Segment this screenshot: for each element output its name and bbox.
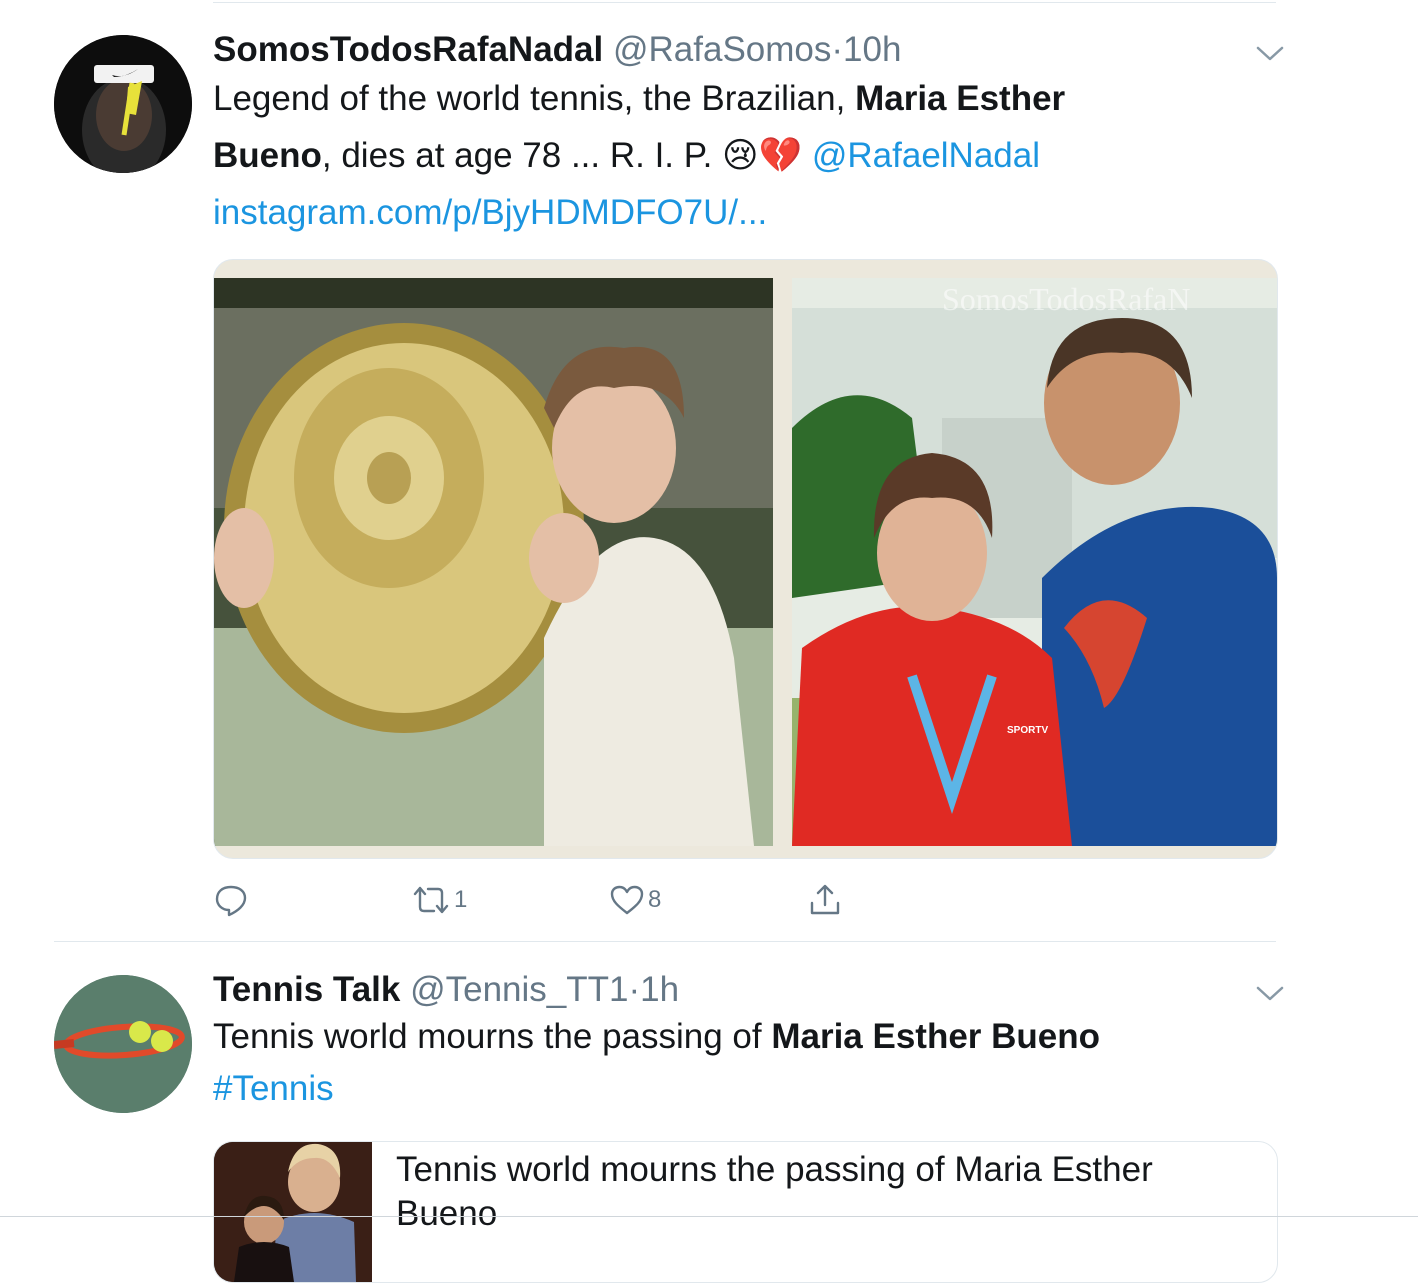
like-button[interactable]: 8 [610,876,661,924]
share-button[interactable] [808,876,842,924]
share-icon [810,884,840,915]
hashtag-link[interactable]: #Tennis [213,1069,334,1108]
timestamp[interactable]: 10h [843,30,901,69]
tweet-menu-button[interactable] [1255,44,1285,64]
top-divider [213,2,1276,3]
retweet-count: 1 [454,886,468,913]
tweet-menu-button[interactable] [1255,984,1285,1004]
link-preview-card[interactable]: Tennis world mourns the passing of Maria… [213,1141,1278,1283]
badge-text: SPORTV [1007,725,1048,736]
tweet-text-part: , dies at age 78 ... R. I. P. [321,136,723,175]
tweet-text: Legend of the world tennis, the Brazilia… [213,70,1276,241]
url-link[interactable]: instagram.com/p/BjyHDMDFO7U/... [213,193,767,232]
tweet-text-part: Tennis world mourns the passing of [213,1017,772,1056]
reply-button[interactable] [214,876,252,924]
separator: · [628,970,641,1009]
photo-trophy [214,278,773,846]
tweet-text-part: Legend of the world tennis, the Brazilia… [213,79,856,118]
handle[interactable]: @Tennis_TT1 [410,970,628,1009]
bottom-divider [0,1216,1418,1217]
like-count: 8 [648,886,662,913]
tweet-text-bold: Bueno [213,136,322,175]
timestamp[interactable]: 1h [640,970,679,1009]
reply-icon [215,885,247,917]
chevron-down-icon [1256,986,1284,1001]
tweet-header: Tennis Talk @Tennis_TT1·1h [213,970,679,1010]
retweet-icon [413,886,449,914]
tennis-racket-avatar-icon [54,975,192,1113]
tweet-divider [54,941,1276,942]
photo-left[interactable] [214,278,773,846]
handle[interactable]: @RafaSomos [613,30,831,69]
photo-right[interactable]: SPORTV SomosTodosRafaN [792,278,1277,846]
emoji: 😢💔 [722,136,803,175]
mention-link[interactable]: @RafaelNadal [812,136,1040,175]
nike-avatar-icon [54,35,192,173]
thumbnail-image [214,1142,372,1282]
avatar[interactable] [54,35,192,173]
photo-portrait: SPORTV SomosTodosRafaN [792,278,1277,846]
watermark: SomosTodosRafaN [942,281,1190,317]
avatar[interactable] [54,975,192,1113]
tweet-text-bold: Maria Esther [855,79,1066,118]
separator: · [831,30,844,69]
link-thumbnail [214,1142,372,1282]
tweet-text: Tennis world mourns the passing of Maria… [213,1011,1276,1115]
chevron-down-icon [1256,46,1284,61]
display-name[interactable]: Tennis Talk [213,970,400,1009]
display-name[interactable]: SomosTodosRafaNadal [213,30,603,69]
tweet-header: SomosTodosRafaNadal @RafaSomos·10h [213,30,901,70]
media-card[interactable]: SPORTV SomosTodosRafaN [213,259,1278,859]
retweet-button[interactable]: 1 [412,876,467,924]
link-card-title: Tennis world mourns the passing of Maria… [396,1150,1153,1233]
like-icon [610,885,644,915]
tweet-text-bold: Maria Esther Bueno [771,1017,1101,1056]
